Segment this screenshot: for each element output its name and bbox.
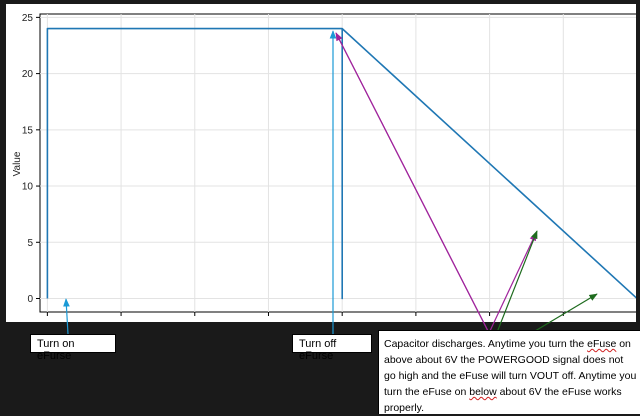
note-word-efuse: eFuse <box>587 338 617 350</box>
callout-turn-off: Turn off eFurse <box>292 334 372 362</box>
plot-frame <box>39 13 636 313</box>
note-word-below: below <box>469 386 497 398</box>
callout-note: Capacitor discharges. Anytime you turn t… <box>378 330 640 414</box>
note-part-1: Capacitor discharges. Anytime you turn t… <box>384 338 588 350</box>
y-axis-ticks: 0 5 10 15 20 25 <box>22 13 40 305</box>
callout-turn-off-text: Turn off eFurse <box>299 338 337 362</box>
y-axis-label: Value <box>12 151 23 176</box>
callout-turn-on-text: Turn on eFurse <box>37 338 75 362</box>
line-chart: 0 5 10 15 20 25 Value <box>12 13 636 316</box>
y-tick-label: 15 <box>22 125 34 136</box>
plot-panel: 0 5 10 15 20 25 Value <box>6 4 636 322</box>
y-tick-label: 20 <box>22 69 34 80</box>
y-tick-label: 5 <box>27 238 33 249</box>
y-tick-label: 0 <box>27 294 33 305</box>
y-tick-label: 25 <box>22 13 34 24</box>
callout-turn-on: Turn on eFurse <box>30 334 116 362</box>
x-axis-ticks <box>46 312 564 316</box>
y-tick-label: 10 <box>22 182 34 193</box>
